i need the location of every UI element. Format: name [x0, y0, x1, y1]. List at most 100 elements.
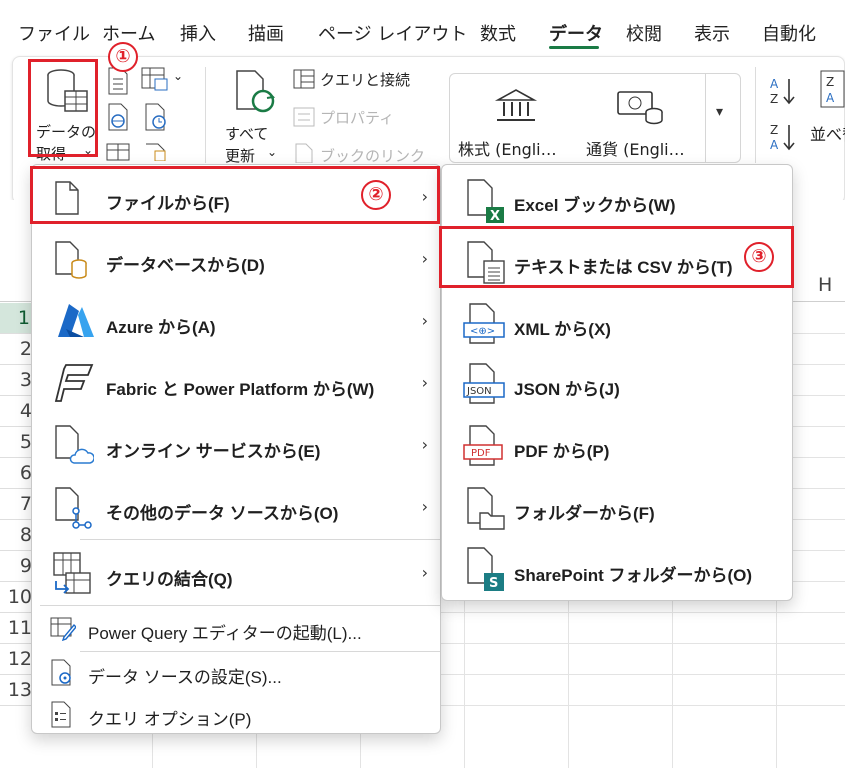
from-picture-icon[interactable] [141, 67, 171, 93]
chevron-right-icon: › [421, 497, 428, 516]
workbook-links-button[interactable]: ブックのリンク [320, 145, 425, 166]
azure-icon [58, 304, 94, 337]
menu-item-combine-queries[interactable]: クエリの結合(Q) › [32, 543, 440, 603]
data-types-expand-button[interactable]: ▾ [705, 74, 741, 162]
menu-item-from-online-services[interactable]: オンライン サービスから(E) › [32, 417, 440, 475]
chevron-down-icon[interactable]: ⌄ [173, 69, 183, 83]
excel-workbook-icon: X [467, 179, 504, 223]
menu-item-from-other-sources[interactable]: その他のデータ ソースから(O) › [32, 479, 440, 537]
queries-connections-icon [293, 69, 315, 89]
query-options-icon [51, 701, 71, 728]
workbook-links-icon [295, 143, 313, 163]
column-header-h[interactable]: H [818, 274, 832, 296]
svg-text:A: A [770, 77, 779, 91]
menu-separator [40, 605, 440, 606]
sort-z-a-icon[interactable]: Z A [768, 121, 796, 153]
menu-item-label: Fabric と Power Platform から(W) [106, 380, 375, 399]
chevron-right-icon: › [421, 563, 428, 582]
from-web-icon[interactable] [106, 103, 130, 131]
svg-text:Z: Z [770, 123, 778, 137]
menu-item-from-fabric[interactable]: Fabric と Power Platform から(W) › [32, 355, 440, 413]
svg-text:Z: Z [770, 92, 778, 106]
queries-connections-button[interactable]: クエリと接続 [320, 69, 410, 90]
properties-button[interactable]: プロパティ [320, 107, 394, 128]
submenu-item-xml[interactable]: <⊕> XML から(X) [442, 295, 792, 353]
tab-page-layout[interactable]: ページ レイアウト [318, 20, 467, 46]
stocks-data-type[interactable]: 株式 (Engli… [454, 78, 582, 160]
menu-item-query-options[interactable]: クエリ オプション(P) [32, 695, 440, 735]
submenu-item-pdf[interactable]: PDF PDF から(P) [442, 417, 792, 475]
chevron-right-icon: › [421, 373, 428, 392]
sharepoint-icon: S [467, 547, 504, 591]
folder-icon [467, 487, 505, 530]
combine-queries-icon [53, 552, 91, 594]
excel-badge-text: X [490, 209, 500, 223]
svg-text:A: A [826, 91, 835, 105]
expand-gallery-icon: ▾ [716, 104, 724, 120]
currencies-label: 通貨 (Engli… [586, 140, 685, 159]
refresh-icon [236, 70, 276, 113]
tab-insert[interactable]: 挿入 [180, 20, 216, 46]
json-icon: JSON [463, 363, 505, 404]
xml-icon: <⊕> [463, 303, 505, 344]
properties-icon [293, 107, 315, 127]
pdf-icon: PDF [463, 425, 503, 466]
submenu-item-label: JSON から(J) [514, 380, 620, 399]
from-table-icon[interactable] [106, 143, 130, 161]
menu-item-from-database[interactable]: データベースから(D) › [32, 231, 440, 289]
stocks-label: 株式 (Engli… [458, 140, 557, 159]
submenu-item-label: XML から(X) [514, 320, 611, 339]
pdf-badge-text: PDF [471, 448, 491, 459]
tab-file[interactable]: ファイル [18, 20, 90, 46]
submenu-item-json[interactable]: JSON JSON から(J) [442, 355, 792, 413]
recent-sources-icon[interactable] [143, 103, 169, 131]
menu-item-label: オンライン サービスから(E) [106, 442, 321, 461]
bank-icon [494, 89, 538, 121]
menu-item-launch-power-query[interactable]: Power Query エディターの起動(L)... [32, 609, 440, 649]
step-number-1: ① [108, 42, 138, 72]
tab-automate[interactable]: 自動化 [762, 20, 816, 46]
menu-item-label: クエリの結合(Q) [106, 570, 233, 589]
online-service-icon [55, 425, 94, 464]
chevron-right-icon: › [421, 249, 428, 268]
chevron-right-icon: › [421, 311, 428, 330]
submenu-item-folder[interactable]: フォルダーから(F) [442, 479, 792, 537]
sharepoint-badge-text: S [489, 576, 498, 591]
tab-draw[interactable]: 描画 [248, 20, 284, 46]
submenu-item-label: フォルダーから(F) [514, 504, 655, 523]
menu-item-from-azure[interactable]: Azure から(A) › [32, 293, 440, 351]
database-icon [55, 241, 87, 279]
sort-icon[interactable]: Z A [819, 69, 845, 109]
menu-item-data-source-settings[interactable]: データ ソースの設定(S)... [32, 653, 440, 693]
svg-text:A: A [770, 138, 779, 152]
sort-button-label[interactable]: 並べ替 [810, 121, 845, 145]
currencies-data-type[interactable]: 通貨 (Engli… [586, 78, 708, 160]
submenu-item-label: PDF から(P) [514, 442, 610, 461]
fabric-icon [54, 364, 94, 402]
menu-item-label: Power Query エディターの起動(L)... [88, 624, 362, 643]
json-badge-text: JSON [466, 386, 492, 397]
submenu-item-excel-workbook[interactable]: X Excel ブックから(W) [442, 171, 792, 229]
ribbon-separator [205, 67, 206, 163]
refresh-all-button[interactable]: すべて 更新 ⌄ [219, 63, 283, 165]
step-number-3: ③ [744, 242, 774, 272]
xml-badge-text: <⊕> [470, 326, 495, 337]
tab-data[interactable]: データ [549, 20, 603, 46]
submenu-item-label: SharePoint フォルダーから(O) [514, 566, 753, 585]
tab-formulas[interactable]: 数式 [480, 20, 516, 46]
step-number-2: ② [361, 180, 391, 210]
tab-home[interactable]: ホーム [102, 20, 155, 46]
sort-a-z-icon[interactable]: A Z [768, 75, 796, 107]
menu-separator [80, 651, 440, 652]
menu-separator [80, 539, 440, 540]
menu-item-label: Azure から(A) [106, 318, 216, 337]
submenu-item-sharepoint-folder[interactable]: S SharePoint フォルダーから(O) [442, 541, 792, 599]
data-types-gallery: 株式 (Engli… 通貨 (Engli… ▾ [449, 73, 741, 163]
tab-review[interactable]: 校閲 [626, 20, 662, 46]
menu-item-label: クエリ オプション(P) [88, 710, 252, 729]
menu-item-label: その他のデータ ソースから(O) [106, 504, 339, 523]
tab-view[interactable]: 表示 [694, 20, 730, 46]
existing-connections-icon[interactable] [143, 143, 169, 161]
power-query-editor-icon [50, 617, 76, 641]
highlight-text-csv [439, 226, 794, 288]
